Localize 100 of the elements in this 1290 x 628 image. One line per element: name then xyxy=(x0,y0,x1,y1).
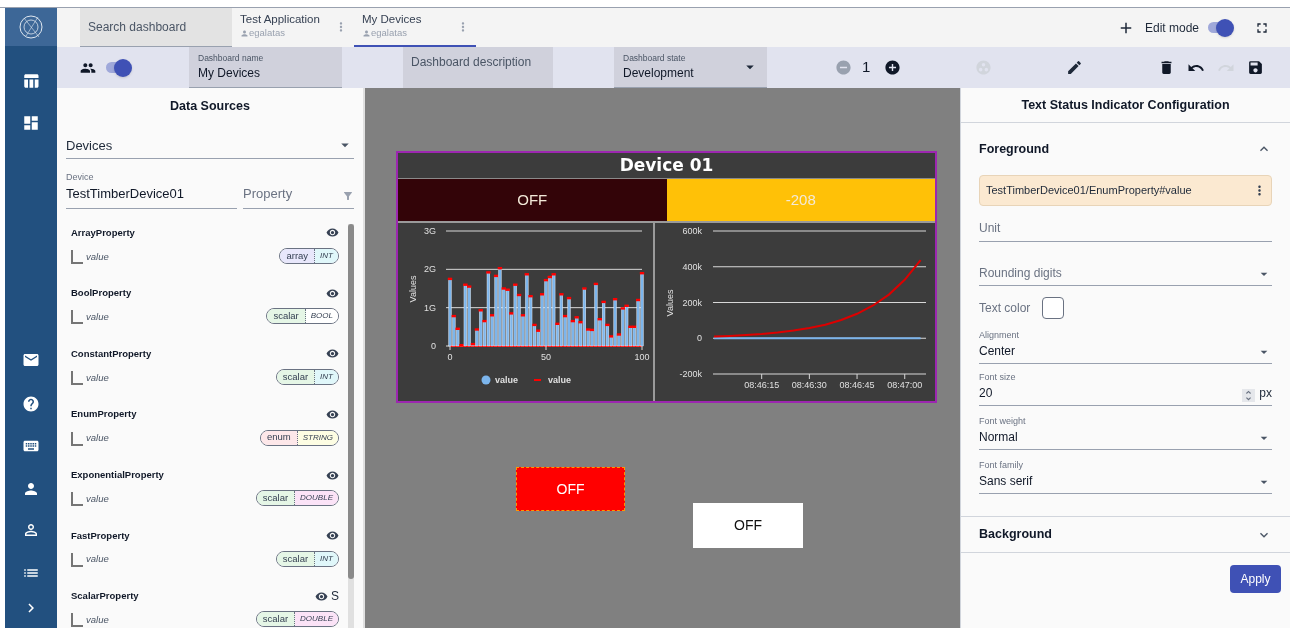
tick-label: 08:47:00 xyxy=(887,380,923,390)
tree-branch-icon xyxy=(71,492,83,507)
field-value: My Devices xyxy=(198,65,261,83)
field-label: Font family xyxy=(979,458,1024,472)
legend-label: value xyxy=(495,375,518,385)
field-placeholder: Rounding digits xyxy=(979,265,1063,282)
tick-label: 0 xyxy=(697,333,702,344)
status-indicator: -208 xyxy=(666,179,935,221)
type-tag: DOUBLE xyxy=(295,491,338,506)
owner-icon xyxy=(362,29,371,38)
select-field[interactable]: Font family Sans serif xyxy=(979,460,1272,494)
text-indicator[interactable]: OFF xyxy=(516,467,625,511)
select-field[interactable]: Rounding digits xyxy=(979,256,1272,286)
property-name[interactable]: FastProperty xyxy=(71,528,326,543)
eye-icon[interactable] xyxy=(326,529,339,543)
field-value: Normal xyxy=(979,429,1019,446)
field-label: Device xyxy=(66,170,95,184)
section-header[interactable]: Foreground xyxy=(979,123,1272,175)
tick-label: 400k xyxy=(682,261,702,272)
widget-panel[interactable]: Device 01 OFF -208 3G 2G 1G 0 0 50 100 Values value value 600k 400k 200k 0 -200k 08:46:15 08:46:30 08:46:45 08:47:00 Values xyxy=(396,151,937,403)
person-outline-icon[interactable] xyxy=(22,521,40,539)
tick-label: 200k xyxy=(682,297,702,308)
tick-mark xyxy=(808,373,810,380)
type-tag: BOOL xyxy=(305,309,338,324)
mail-icon[interactable] xyxy=(22,351,40,369)
field-name: value xyxy=(86,310,110,325)
field-value: Center xyxy=(979,343,1017,360)
edit-mode-toggle[interactable] xyxy=(1206,18,1234,37)
access-tag: scalar xyxy=(276,369,316,384)
select-field[interactable]: Font weight Normal xyxy=(979,416,1272,450)
section-header[interactable]: Background xyxy=(961,516,1290,553)
dashboard-description-field[interactable]: Dashboard description xyxy=(403,47,553,88)
table-icon[interactable] xyxy=(22,72,40,90)
property-name[interactable]: ScalarProperty xyxy=(71,589,315,604)
property-name[interactable]: ConstantProperty xyxy=(71,346,326,362)
property-name[interactable]: ExponentialProperty xyxy=(71,468,326,483)
dashboard-tab[interactable]: Test Application egalatas xyxy=(232,8,354,47)
axis-label: Values xyxy=(408,275,418,303)
logo-icon[interactable] xyxy=(18,14,44,40)
text-indicator[interactable]: OFF xyxy=(693,503,803,548)
field-name: value xyxy=(86,552,110,567)
source-chip[interactable]: TestTimberDevice01/EnumProperty#value xyxy=(979,175,1272,206)
scrollbar[interactable] xyxy=(348,223,354,628)
color-swatch[interactable] xyxy=(1042,297,1065,319)
plus-icon[interactable] xyxy=(884,59,902,76)
eye-icon[interactable] xyxy=(326,347,339,361)
eye-icon[interactable] xyxy=(326,286,339,300)
dashboard-state-select[interactable]: Dashboard state Development xyxy=(614,47,767,88)
edit-mode-label: Edit mode xyxy=(1144,19,1199,37)
help-icon[interactable] xyxy=(22,395,40,413)
save-icon[interactable] xyxy=(1247,59,1265,76)
eye-icon[interactable] xyxy=(326,226,339,240)
select-field[interactable]: Alignment Center xyxy=(979,330,1272,364)
tree-branch-icon xyxy=(71,552,83,567)
property-name[interactable]: ArrayProperty xyxy=(71,225,326,240)
field-name: value xyxy=(86,613,110,628)
person-icon[interactable] xyxy=(22,480,40,498)
section-title: Background xyxy=(979,526,1053,544)
panel-title: Text Status Indicator Configuration xyxy=(1021,96,1230,114)
tab-title: My Devices xyxy=(362,12,423,27)
unit-field[interactable]: Unit xyxy=(979,214,1272,242)
search-field[interactable]: Search dashboard xyxy=(80,8,232,47)
field-label: Text color xyxy=(979,300,1031,317)
source-select[interactable]: Devices xyxy=(66,132,354,159)
access-tag: enum xyxy=(261,430,298,445)
spinner-icon[interactable] xyxy=(1242,389,1256,402)
eye-icon[interactable] xyxy=(326,408,339,422)
type-tag: STRING xyxy=(297,430,338,445)
access-tag: scalar xyxy=(276,551,316,566)
type-tag: DOUBLE xyxy=(295,612,338,627)
unit-label: px xyxy=(1259,385,1272,402)
field-name: value xyxy=(86,249,110,264)
page-number: 1 xyxy=(862,57,871,78)
owner-icon xyxy=(240,29,249,38)
tick-mark xyxy=(641,345,643,351)
tree-branch-icon xyxy=(71,370,83,385)
dashboard-name-field[interactable]: Dashboard name My Devices xyxy=(189,47,342,88)
property-name[interactable]: BoolProperty xyxy=(71,286,326,301)
field-label: Dashboard state xyxy=(623,51,687,65)
apply-button[interactable]: Apply xyxy=(1230,565,1281,593)
device-field[interactable]: Device TestTimberDevice01 xyxy=(66,170,237,209)
property-field[interactable]: Property xyxy=(243,170,354,209)
tick-label: 08:46:30 xyxy=(791,380,827,390)
eye-icon[interactable] xyxy=(315,589,328,603)
field-label: Dashboard name xyxy=(198,51,265,65)
field-placeholder: Property xyxy=(243,185,294,204)
type-tag: INT xyxy=(315,248,338,263)
tree-branch-icon xyxy=(71,613,83,628)
edit-icon[interactable] xyxy=(1066,59,1084,76)
dashboard-icon[interactable] xyxy=(22,114,40,132)
property-name[interactable]: EnumProperty xyxy=(71,407,326,422)
tick-mark xyxy=(904,373,906,380)
eye-icon[interactable] xyxy=(326,468,339,482)
field-value: Development xyxy=(623,65,695,83)
field-value: Sans serif xyxy=(979,473,1034,490)
number-field[interactable]: Font size 20 px xyxy=(979,372,1272,406)
panel-title: Data Sources xyxy=(169,98,251,115)
flag-label: S xyxy=(331,588,339,606)
tick-label: 0 xyxy=(431,341,436,351)
share-toggle[interactable] xyxy=(104,58,132,77)
